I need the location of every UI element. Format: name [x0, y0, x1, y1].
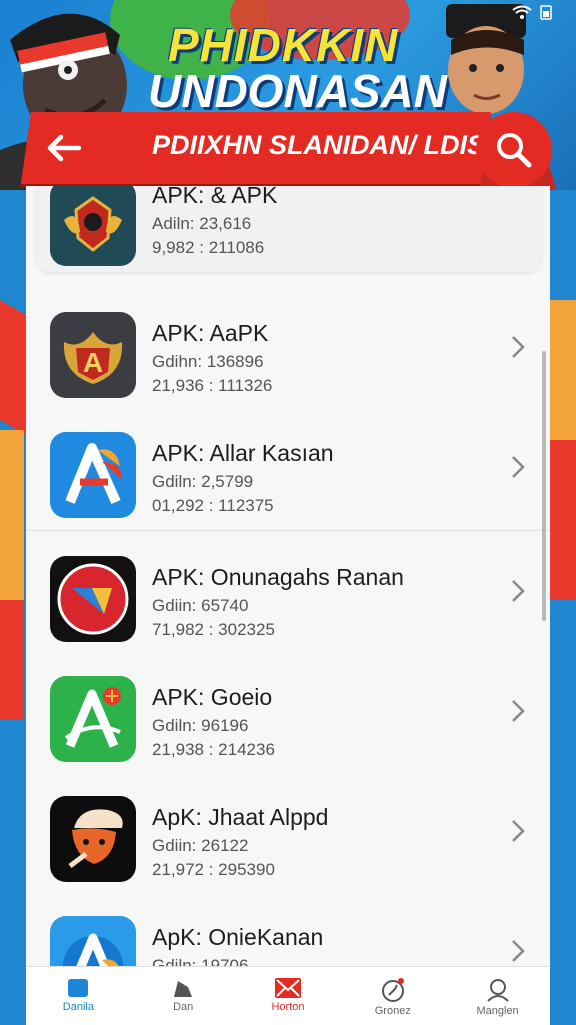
- chevron-right-icon: [512, 940, 525, 962]
- decor-red-left-lower: [0, 600, 24, 720]
- nav-item-apps[interactable]: Dan: [131, 967, 236, 1025]
- app-meta-primary: Gdihn: 136896: [152, 352, 264, 371]
- home-icon: [68, 979, 89, 997]
- arrow-left-icon: [47, 134, 81, 162]
- app-meta-primary: Gdiin: 65740: [152, 596, 249, 615]
- list-item[interactable]: APK: Allar Kasıan Gdiln: 2,5799 01,292 :…: [26, 410, 550, 531]
- scrollbar-thumb[interactable]: [542, 351, 546, 621]
- chevron-right-icon: [512, 336, 525, 358]
- profile-icon: [486, 979, 509, 1002]
- status-bar: [512, 4, 552, 20]
- app-meta-primary: Gdiln: 19706: [152, 956, 249, 966]
- list-item[interactable]: APK: & APK Adiln: 23,616 9,982 : 211086: [36, 186, 542, 272]
- blue-a-icon: [50, 916, 136, 966]
- colorful-a-icon: [50, 432, 136, 518]
- chevron-right-icon: [512, 820, 525, 842]
- svg-text:A: A: [83, 347, 103, 378]
- app-list: APK: & APK Adiln: 23,616 9,982 : 211086 …: [26, 186, 550, 966]
- app-meta-primary: Gdiln: 96196: [152, 716, 249, 735]
- chevron-right-icon: [512, 700, 525, 722]
- nav-label: Manglen: [476, 1005, 519, 1017]
- list-item[interactable]: APK: Goeio Gdiln: 96196 21,938 : 214236: [26, 654, 550, 775]
- decor-red-right: [550, 440, 576, 600]
- decor-orange-left: [0, 430, 24, 610]
- fox-cap-icon: [50, 796, 136, 882]
- chevron-right-icon: [512, 456, 525, 478]
- search-icon: [497, 133, 532, 168]
- list-item[interactable]: ApK: Jhaat Alppd Gdiin: 26122 21,972 : 2…: [26, 774, 550, 895]
- nav-item-home[interactable]: Danila: [26, 967, 131, 1025]
- list-item[interactable]: ApK: OnieKanan Gdiln: 19706: [26, 894, 550, 966]
- banner-subtitle: PDIIXHN SLANIDAN/ LDIS: [152, 130, 486, 160]
- green-a-icon: [50, 676, 136, 762]
- nav-label: Gronez: [374, 1005, 411, 1017]
- app-meta-secondary: 21,938 : 214236: [152, 740, 275, 759]
- app-meta-primary: Gdiln: 2,5799: [152, 472, 254, 491]
- app-meta-secondary: 21,936 : 111326: [152, 376, 273, 395]
- nav-item-mail[interactable]: Horton: [236, 967, 341, 1025]
- decor-orange-right: [550, 300, 576, 440]
- app-meta-secondary: 21,972 : 295390: [152, 860, 275, 879]
- compass-icon: [381, 978, 404, 1002]
- list-item[interactable]: A APK: AaPK Gdihn: 136896 21,936 : 11132…: [26, 290, 550, 411]
- wifi-icon: [512, 5, 532, 19]
- app-name: APK: & APK: [152, 186, 278, 208]
- emblem-eagle-icon: [50, 186, 136, 266]
- bottom-navigation: Danila Dan Horton Gronez Manglen: [26, 966, 550, 1025]
- red-circle-icon: [50, 556, 136, 642]
- search-button[interactable]: [476, 112, 552, 188]
- app-meta-secondary: 9,982 : 211086: [152, 238, 265, 257]
- banner-title-line2: UNDONASAN: [148, 65, 447, 117]
- app-name: ApK: Jhaat Alppd: [152, 804, 329, 830]
- list-item[interactable]: APK: Onunagahs Ranan Gdiin: 65740 71,982…: [26, 534, 550, 655]
- nav-item-compass[interactable]: Gronez: [340, 967, 445, 1025]
- app-name: ApK: OnieKanan: [152, 924, 324, 950]
- app-meta-primary: Gdiin: 26122: [152, 836, 249, 855]
- chevron-right-icon: [512, 580, 525, 602]
- nav-item-profile[interactable]: Manglen: [445, 967, 550, 1025]
- app-name: APK: Goeio: [152, 684, 273, 710]
- app-meta-secondary: 01,292 : 112375: [152, 496, 274, 515]
- app-name: APK: AaPK: [152, 320, 269, 346]
- mail-icon: [274, 978, 301, 998]
- nav-label: Horton: [271, 1001, 305, 1013]
- back-button[interactable]: [36, 124, 90, 172]
- app-meta-secondary: 71,982 : 302325: [152, 620, 275, 639]
- nav-label: Danila: [62, 1001, 94, 1013]
- app-meta-primary: Adiln: 23,616: [152, 214, 252, 233]
- app-name: APK: Allar Kasıan: [152, 440, 334, 466]
- nav-label: Dan: [173, 1001, 194, 1013]
- emblem-a-shield-icon: A: [50, 312, 136, 398]
- battery-icon: [540, 5, 552, 20]
- apps-icon: [174, 981, 193, 997]
- app-name: APK: Onunagahs Ranan: [152, 564, 404, 590]
